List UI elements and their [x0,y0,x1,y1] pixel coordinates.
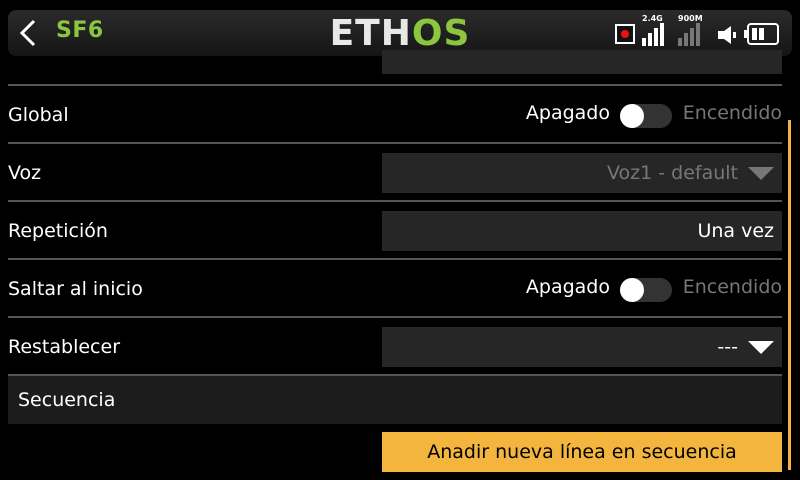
scrollbar[interactable] [788,120,791,470]
battery-icon [744,23,779,45]
voice-select[interactable]: Voz1 - default [382,153,782,193]
repeat-field[interactable]: Una vez [382,211,782,251]
row-reset: Restablecer --- [0,318,792,376]
repeat-label: Repetición [8,220,108,242]
global-label: Global [8,104,69,126]
signal-24-icon [642,20,668,46]
skip-start-label: Saltar al inicio [8,278,143,300]
reset-value: --- [717,336,738,358]
settings-list: Global Apagado Encendido Voz Voz1 - defa… [0,50,800,480]
sequence-label: Secuencia [18,389,116,411]
repeat-value: Una vez [697,220,774,242]
chevron-down-icon [748,341,774,354]
record-icon [615,24,635,44]
reset-label: Restablecer [8,336,121,358]
skip-start-toggle[interactable] [620,278,672,302]
speaker-icon [718,26,736,44]
row-partial [0,58,792,86]
skip-start-toggle-group: Apagado Encendido [482,274,782,304]
add-sequence-line-button[interactable]: Anadir nueva línea en secuencia [382,432,782,472]
row-repeat: Repetición Una vez [0,202,792,260]
row-skip-start: Saltar al inicio Apagado Encendido [0,260,792,318]
toggle-knob [620,104,644,128]
skip-on-label: Encendido [682,276,782,298]
row-voice: Voz Voz1 - default [0,144,792,202]
voice-label: Voz [8,162,42,184]
global-off-label: Apagado [525,102,610,124]
back-button[interactable] [8,10,48,56]
voice-value: Voz1 - default [607,162,738,184]
skip-off-label: Apagado [525,276,610,298]
reset-select[interactable]: --- [382,327,782,367]
status-area: 2.4G 900M [612,14,792,50]
page-title: SF6 [56,18,104,43]
chevron-down-icon [748,167,774,180]
global-on-label: Encendido [682,102,782,124]
ethos-logo: ETH OS [329,12,471,54]
global-toggle-group: Apagado Encendido [482,100,782,130]
row-global: Global Apagado Encendido [0,86,792,144]
chevron-left-icon [19,19,36,47]
signal-900-icon [678,20,704,46]
global-toggle[interactable] [620,104,672,128]
sequence-header: Secuencia [8,376,782,424]
toggle-knob [620,278,644,302]
